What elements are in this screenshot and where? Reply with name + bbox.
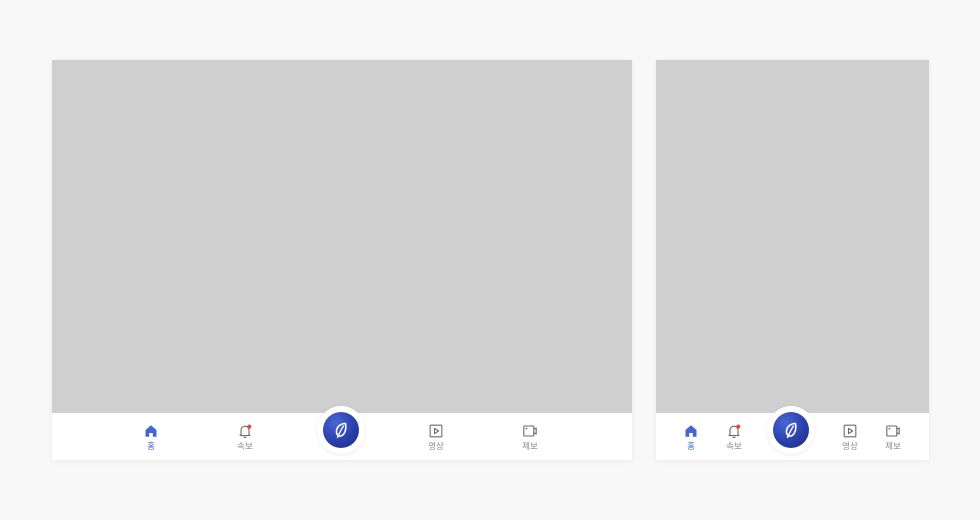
bell-icon (728, 424, 741, 438)
camera-icon (886, 424, 900, 437)
tab-report-label: 제보 (522, 441, 538, 452)
tab-alerts[interactable]: 속보 (709, 413, 759, 460)
bell-icon (239, 424, 252, 438)
play-square-icon (843, 424, 857, 437)
tab-home[interactable]: 홈 (126, 413, 176, 460)
content-placeholder (52, 60, 632, 413)
tab-video[interactable]: 영상 (411, 413, 461, 460)
tab-home-label: 홈 (687, 441, 695, 452)
tab-alerts-label: 속보 (726, 441, 742, 452)
camera-icon (523, 424, 537, 437)
center-action-button[interactable] (773, 412, 809, 448)
device-preview-large: 홈 속보 영상 제보 (52, 60, 632, 460)
content-placeholder (656, 60, 929, 413)
leaf-logo-icon (335, 422, 347, 439)
center-action-ring (317, 406, 365, 454)
tab-video-label: 영상 (428, 441, 444, 452)
tab-report[interactable]: 제보 (505, 413, 555, 460)
play-square-icon (429, 424, 443, 437)
tab-alerts[interactable]: 속보 (220, 413, 270, 460)
device-preview-small: 홈 속보 영상 제보 (656, 60, 929, 460)
center-action-button[interactable] (323, 412, 359, 448)
bottom-tab-bar: 홈 속보 영상 제보 (656, 406, 929, 460)
tab-alerts-label: 속보 (237, 441, 253, 452)
center-action-ring (767, 406, 815, 454)
tab-report-label: 제보 (885, 441, 901, 452)
tab-report[interactable]: 제보 (868, 413, 918, 460)
tab-video-label: 영상 (842, 441, 858, 452)
home-icon (685, 424, 697, 437)
home-icon (145, 424, 157, 437)
bottom-tab-bar: 홈 속보 영상 제보 (52, 406, 632, 460)
tab-home-label: 홈 (147, 441, 155, 452)
leaf-logo-icon (785, 422, 797, 439)
